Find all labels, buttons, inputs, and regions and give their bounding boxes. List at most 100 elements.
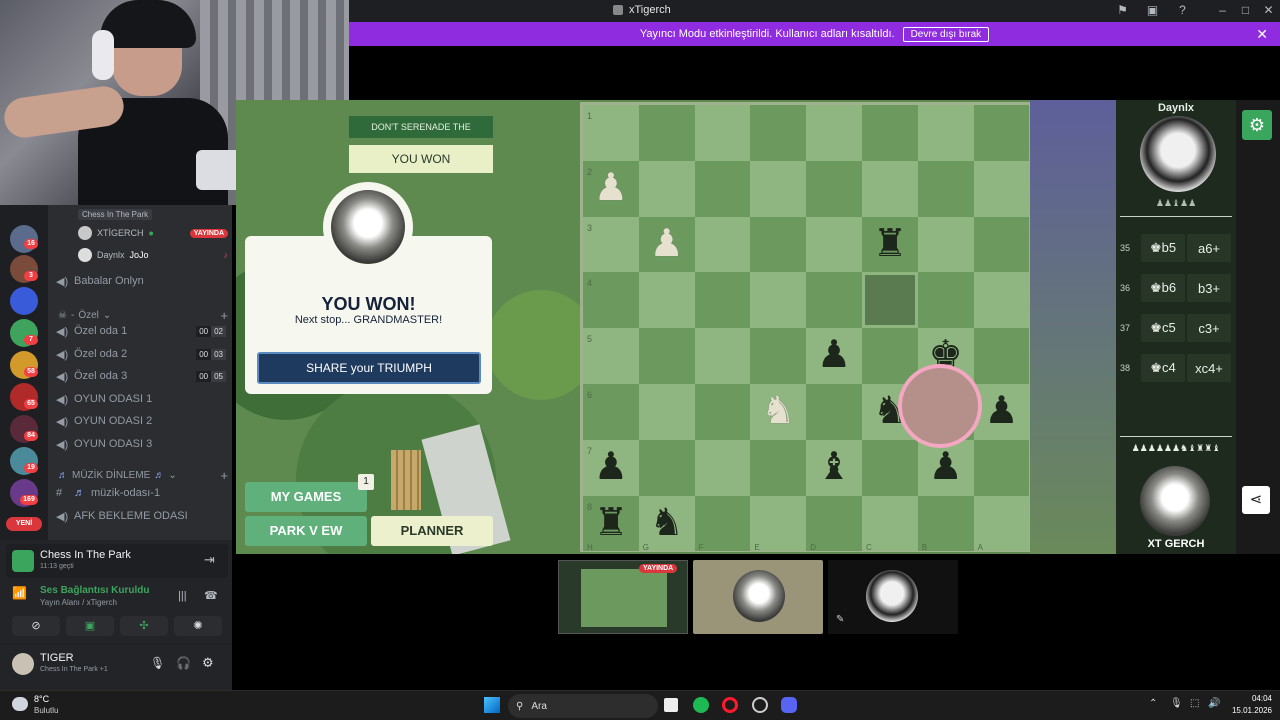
share-icon[interactable]: ⋖ [1242, 486, 1270, 514]
board-square[interactable] [638, 272, 695, 329]
board-square[interactable] [806, 384, 862, 440]
voice-status[interactable]: Ses Bağlantısı Kuruldu [40, 585, 149, 596]
move-row[interactable]: 37 ♚c5 c3+ [1120, 312, 1232, 344]
move-white[interactable]: ♚c5 [1141, 314, 1185, 342]
board-square[interactable] [973, 439, 1030, 496]
voice-user[interactable]: Daynlx JoJo ♪ [78, 246, 228, 264]
server-icon[interactable] [10, 287, 38, 315]
move-black[interactable]: c3+ [1187, 314, 1231, 342]
board-square[interactable] [806, 160, 862, 217]
board-square[interactable] [694, 328, 751, 384]
tray-mic-icon[interactable]: 🎙 [1170, 698, 1183, 709]
chess-piece[interactable]: ♜ [862, 217, 918, 272]
board-square[interactable] [694, 384, 751, 440]
voice-channel[interactable]: ◀) AFK BEKLEME ODASI [56, 506, 226, 526]
banner-close-icon[interactable]: ✕ [1256, 26, 1268, 43]
chess-piece[interactable]: ♟ [639, 217, 695, 272]
board-square[interactable] [750, 160, 807, 217]
stream-tile[interactable]: YAYINDA [558, 560, 688, 634]
flag-icon[interactable]: ⚑ [1116, 4, 1129, 17]
start-icon[interactable] [484, 697, 500, 713]
move-row[interactable]: 36 ♚b6 b3+ [1120, 272, 1232, 304]
weather-temp[interactable]: 8°C [34, 694, 49, 704]
weather-icon[interactable] [12, 697, 28, 711]
board-square[interactable] [638, 160, 695, 217]
board-square[interactable] [862, 105, 918, 161]
move-white[interactable]: ♚b5 [1141, 234, 1185, 262]
move-row[interactable]: 38 ♚c4 xc4+ [1120, 352, 1232, 384]
board-square[interactable] [638, 384, 695, 440]
board-square[interactable] [973, 160, 1030, 217]
my-games-button[interactable]: MY GAMES [245, 482, 367, 512]
voice-channel[interactable]: ◀) Özel oda 2 00 03 [56, 344, 226, 364]
board-square[interactable] [973, 105, 1030, 161]
share-triumph-button[interactable]: SHARE your TRIUMPH [257, 352, 481, 384]
discord-icon[interactable] [781, 697, 797, 713]
board-square[interactable] [750, 216, 807, 273]
board-square[interactable] [917, 160, 974, 217]
voice-channel[interactable]: ◀) Özel oda 3 00 05 [56, 366, 226, 386]
voice-channel[interactable]: ◀) OYUN ODASI 3 [56, 434, 226, 454]
avatar[interactable] [12, 653, 34, 675]
board-square[interactable] [750, 105, 807, 161]
maximize-icon[interactable]: □ [1239, 4, 1252, 17]
username[interactable]: TIGER [40, 652, 74, 664]
text-channel[interactable]: # ♬ müzik-odası-1 [56, 483, 226, 503]
chess-board[interactable]: 1 2 3 4 5 6 7 8 H G F E D C B A ♟ ♟ ♜ ♟ ♚ ♞ ♞ ♟ ♟ ♝ ♟ ♜ ♞ [580, 102, 1030, 552]
add-channel-icon[interactable]: + [220, 468, 228, 483]
board-square[interactable] [638, 105, 695, 161]
chess-piece[interactable]: ♟ [918, 440, 974, 495]
chess-piece[interactable]: ♜ [583, 496, 639, 551]
move-row[interactable]: 35 ♚b5 a6+ [1120, 232, 1232, 264]
voice-user[interactable]: XTİGERCH ● YAYINDA [78, 224, 228, 242]
board-square[interactable] [806, 105, 862, 161]
move-black[interactable]: b3+ [1187, 274, 1231, 302]
board-square[interactable] [694, 216, 751, 273]
disconnect-icon[interactable]: ☎ [204, 589, 218, 602]
board-square[interactable] [973, 272, 1030, 329]
headphones-icon[interactable]: 🎧 [176, 656, 191, 670]
leave-activity-icon[interactable]: ⇥ [204, 552, 215, 568]
participant-tile[interactable]: ✎ [828, 560, 958, 634]
disable-streamer-mode-button[interactable]: Devre dışı bırak [902, 26, 990, 42]
new-badge[interactable]: YENİ [6, 517, 42, 531]
board-square[interactable] [862, 160, 918, 217]
board-square[interactable] [694, 160, 751, 217]
board-square[interactable] [694, 272, 751, 329]
tray-chevron-icon[interactable]: ⌃ [1149, 698, 1157, 709]
board-square[interactable] [750, 328, 807, 384]
board-square[interactable] [806, 216, 862, 273]
spotify-icon[interactable] [693, 697, 709, 713]
chess-piece[interactable]: ♟ [806, 328, 862, 383]
settings-gear-icon[interactable]: ⚙ [1242, 110, 1272, 140]
move-black[interactable]: a6+ [1187, 234, 1231, 262]
settings-gear-icon[interactable]: ⚙ [202, 655, 214, 671]
minimize-icon[interactable]: – [1216, 4, 1229, 17]
park-view-button[interactable]: PARK V EW [245, 516, 367, 546]
board-square[interactable] [917, 272, 974, 329]
chess-piece[interactable]: ♟ [583, 440, 639, 495]
board-square[interactable] [862, 439, 918, 496]
board-square[interactable] [638, 328, 695, 384]
chess-piece[interactable]: ♞ [750, 384, 806, 439]
planner-button[interactable]: PLANNER [371, 516, 493, 546]
taskbar-search[interactable]: ⚲ Ara [508, 694, 658, 718]
noise-suppression-icon[interactable]: ||| [178, 590, 187, 602]
board-square[interactable] [750, 439, 807, 496]
board-square[interactable] [806, 272, 862, 329]
move-black[interactable]: xc4+ [1187, 354, 1231, 382]
camera-off-button[interactable]: ⊘ [12, 616, 60, 636]
chess-piece[interactable]: ♝ [806, 440, 862, 495]
board-square[interactable] [694, 439, 751, 496]
help-icon[interactable]: ? [1176, 4, 1189, 17]
board-square[interactable] [917, 216, 974, 273]
board-square[interactable] [638, 439, 695, 496]
activity-card[interactable]: Chess In The Park 11:13 geçti ⇥ [6, 544, 228, 578]
move-white[interactable]: ♚b6 [1141, 274, 1185, 302]
activities-button[interactable]: ✣ [120, 616, 168, 636]
chess-piece[interactable]: ♞ [639, 496, 695, 551]
voice-channel[interactable]: ◀) Babalar Onlyn [56, 271, 226, 291]
voice-channel[interactable]: ◀) Özel oda 1 00 02 [56, 321, 226, 341]
clock-date[interactable]: 15.01.2026 [1222, 706, 1272, 715]
close-window-icon[interactable]: ✕ [1262, 4, 1275, 17]
